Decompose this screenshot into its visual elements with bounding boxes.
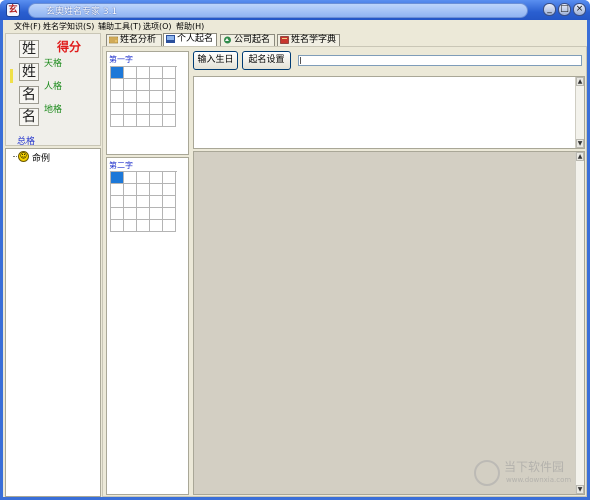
grid-cell-selected[interactable] xyxy=(111,172,124,184)
scroll-up-arrow-icon[interactable]: ▲ xyxy=(576,152,584,161)
client-area: 姓 姓 名 名 得分 天格 人格 地格 总格 ☺ 命例 姓名分析 个人起名 公司… xyxy=(3,33,587,497)
app-icon[interactable]: 玄 xyxy=(6,3,20,17)
input-birthday-button[interactable]: 输入生日 xyxy=(193,51,238,70)
grade-di: 地格 xyxy=(44,105,63,115)
scroll-up-arrow-icon[interactable]: ▲ xyxy=(576,77,584,86)
score-title: 得分 xyxy=(57,40,82,54)
watermark: 当下软件园 www.downxia.com xyxy=(470,456,586,496)
tab-name-analysis[interactable]: 姓名分析 xyxy=(106,34,162,46)
tree-item-case[interactable]: 命例 xyxy=(32,151,50,164)
company-icon xyxy=(224,36,231,44)
result-area[interactable]: ▲ ▼ xyxy=(193,151,585,495)
naming-settings-button[interactable]: 起名设置 xyxy=(242,51,291,70)
tab-personal-naming[interactable]: 个人起名 xyxy=(163,33,217,47)
tab-name-dictionary[interactable]: 姓名学字典 xyxy=(277,34,340,46)
watermark-logo-icon xyxy=(474,460,500,486)
tab-company-naming[interactable]: 公司起名 xyxy=(220,34,275,46)
menu-options[interactable]: 选项(O) xyxy=(143,21,172,32)
given-char-1: 名 xyxy=(19,86,39,104)
first-char-grid[interactable] xyxy=(110,66,177,127)
minimize-button[interactable]: _ xyxy=(543,3,556,16)
close-button[interactable]: × xyxy=(573,3,586,16)
case-tree[interactable]: ☺ 命例 xyxy=(5,148,101,497)
scroll-down-arrow-icon[interactable]: ▼ xyxy=(576,139,584,148)
tab-content: 第一字 第二字 输入生日 起名设置 ▲ ▼ ▲ ▼ xyxy=(102,46,587,497)
tab-personal-naming-label: 个人起名 xyxy=(177,34,214,44)
menu-help[interactable]: 帮助(H) xyxy=(176,21,204,32)
grade-ren: 人格 xyxy=(44,82,63,92)
analysis-icon xyxy=(109,36,118,44)
score-panel: 姓 姓 名 名 得分 天格 人格 地格 总格 xyxy=(5,33,101,147)
smiley-icon: ☺ xyxy=(18,151,29,162)
name-input[interactable] xyxy=(298,55,582,66)
window-title: 玄奥姓名专家 3.1 xyxy=(46,7,118,17)
menu-tools[interactable]: 辅助工具(T) xyxy=(98,21,141,32)
watermark-subtitle: www.downxia.com xyxy=(506,476,572,484)
first-char-panel: 第一字 xyxy=(106,51,189,155)
tab-name-dictionary-label: 姓名学字典 xyxy=(291,35,337,45)
surname-char-1: 姓 xyxy=(19,40,39,58)
second-char-label: 第二字 xyxy=(109,161,133,170)
text-caret xyxy=(300,57,301,64)
grid-cell-selected[interactable] xyxy=(111,67,124,79)
menu-knowledge[interactable]: 姓名学知识(S) xyxy=(43,21,94,32)
highlight-marker xyxy=(10,69,13,83)
second-char-grid[interactable] xyxy=(110,171,177,232)
title-bar[interactable]: 玄 玄奥姓名专家 3.1 _ □ × xyxy=(0,0,590,20)
menu-bar: 文件(F) 姓名学知识(S) 辅助工具(T) 选项(O) 帮助(H) xyxy=(3,20,587,33)
person-icon xyxy=(166,35,175,43)
info-memo[interactable]: ▲ ▼ xyxy=(193,76,585,149)
grade-zong: 总格 xyxy=(17,137,36,147)
second-char-panel: 第二字 xyxy=(106,157,189,495)
result-scrollbar[interactable]: ▲ ▼ xyxy=(575,152,584,494)
grade-tian: 天格 xyxy=(44,59,63,69)
app-window: 玄 玄奥姓名专家 3.1 _ □ × 文件(F) 姓名学知识(S) 辅助工具(T… xyxy=(0,0,590,500)
tab-company-naming-label: 公司起名 xyxy=(234,35,271,45)
menu-file[interactable]: 文件(F) xyxy=(14,21,41,32)
memo-scrollbar[interactable]: ▲ ▼ xyxy=(575,77,584,148)
given-char-2: 名 xyxy=(19,108,39,126)
tab-name-analysis-label: 姓名分析 xyxy=(120,35,157,45)
watermark-title: 当下软件园 xyxy=(504,460,565,474)
first-char-label: 第一字 xyxy=(109,55,133,64)
maximize-button[interactable]: □ xyxy=(558,3,571,16)
dictionary-icon xyxy=(280,36,289,44)
surname-char-2: 姓 xyxy=(19,63,39,81)
